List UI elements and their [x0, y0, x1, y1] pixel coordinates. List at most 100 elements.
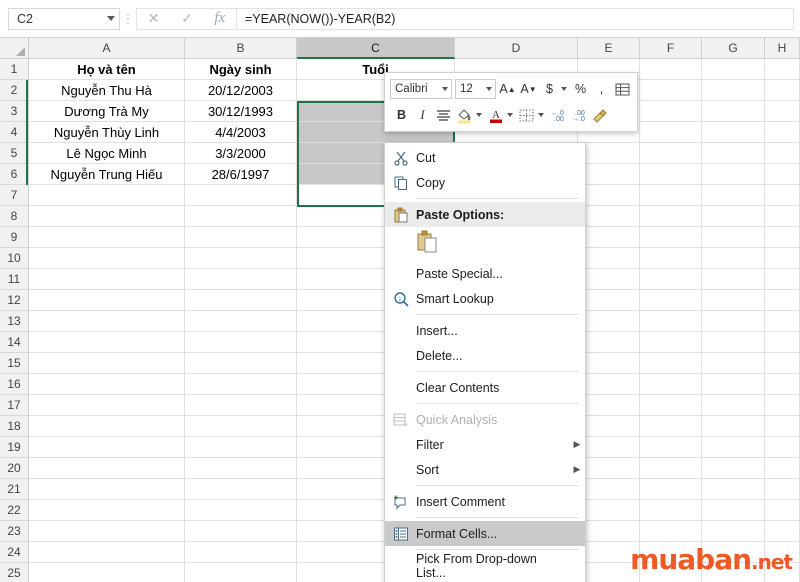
cell-B10[interactable] — [185, 248, 297, 269]
cell-A6[interactable]: Nguyễn Trung Hiếu — [29, 164, 185, 185]
menu-item-smart-lookup[interactable]: i Smart Lookup — [385, 286, 585, 311]
menu-item-insert-comment[interactable]: Insert Comment — [385, 489, 585, 514]
cell-A4[interactable]: Nguyễn Thùy Linh — [29, 122, 185, 143]
chevron-down-icon[interactable] — [507, 113, 513, 117]
cell-E7[interactable] — [578, 185, 640, 206]
cell-A7[interactable] — [29, 185, 185, 206]
decrease-decimal-icon[interactable]: ←.0.00 — [548, 104, 567, 126]
format-painter-icon[interactable] — [590, 104, 609, 126]
cell-A2[interactable]: Nguyễn Thu Hà — [29, 80, 185, 101]
chevron-down-icon[interactable] — [107, 16, 115, 21]
column-header-e[interactable]: E — [578, 38, 640, 59]
cell-A17[interactable] — [29, 395, 185, 416]
cell-H21[interactable] — [765, 479, 800, 500]
cell-B24[interactable] — [185, 542, 297, 563]
increase-decimal-icon[interactable]: .00 →.0 — [569, 104, 588, 126]
number-format-icon[interactable] — [613, 78, 632, 100]
cell-H13[interactable] — [765, 311, 800, 332]
cell-A3[interactable]: Dương Trà My — [29, 101, 185, 122]
column-header-g[interactable]: G — [702, 38, 765, 59]
cell-G9[interactable] — [702, 227, 765, 248]
cell-E5[interactable] — [578, 143, 640, 164]
cell-B23[interactable] — [185, 521, 297, 542]
column-header-c[interactable]: C — [297, 38, 455, 59]
paste-keep-formatting-icon[interactable] — [416, 229, 440, 260]
cell-E16[interactable] — [578, 374, 640, 395]
cell-B21[interactable] — [185, 479, 297, 500]
bold-button[interactable]: B — [392, 104, 411, 126]
cell-F13[interactable] — [640, 311, 702, 332]
percent-format-button[interactable]: % — [571, 78, 590, 100]
formula-input[interactable]: =YEAR(NOW())-YEAR(B2) — [236, 7, 794, 30]
cell-E11[interactable] — [578, 269, 640, 290]
column-header-b[interactable]: B — [185, 38, 297, 59]
menu-item-clear-contents[interactable]: Clear Contents — [385, 375, 585, 400]
cell-B14[interactable] — [185, 332, 297, 353]
cell-G7[interactable] — [702, 185, 765, 206]
grow-font-button[interactable]: A ▲ — [498, 78, 517, 100]
cell-F12[interactable] — [640, 290, 702, 311]
chevron-down-icon[interactable] — [486, 87, 492, 91]
cell-E13[interactable] — [578, 311, 640, 332]
cell-B19[interactable] — [185, 437, 297, 458]
cell-F20[interactable] — [640, 458, 702, 479]
cell-B25[interactable] — [185, 563, 297, 582]
cell-F3[interactable] — [640, 101, 702, 122]
cell-F17[interactable] — [640, 395, 702, 416]
cell-H18[interactable] — [765, 416, 800, 437]
formula-bar-handle[interactable]: · · · — [120, 9, 136, 28]
cell-A22[interactable] — [29, 500, 185, 521]
row-header-25[interactable]: 25 — [0, 563, 29, 582]
cell-F19[interactable] — [640, 437, 702, 458]
menu-item-format-cells[interactable]: Format Cells... — [385, 521, 585, 546]
cell-B7[interactable] — [185, 185, 297, 206]
row-header-23[interactable]: 23 — [0, 521, 29, 542]
cell-A5[interactable]: Lê Ngọc Minh — [29, 143, 185, 164]
cell-A9[interactable] — [29, 227, 185, 248]
cell-F6[interactable] — [640, 164, 702, 185]
font-size-combo[interactable]: 12 — [455, 79, 496, 99]
cell-F7[interactable] — [640, 185, 702, 206]
cell-F11[interactable] — [640, 269, 702, 290]
cell-G13[interactable] — [702, 311, 765, 332]
row-header-12[interactable]: 12 — [0, 290, 29, 311]
cell-H4[interactable] — [765, 122, 800, 143]
cell-E8[interactable] — [578, 206, 640, 227]
cell-A11[interactable] — [29, 269, 185, 290]
cell-H22[interactable] — [765, 500, 800, 521]
chevron-down-icon[interactable] — [442, 87, 448, 91]
cell-A16[interactable] — [29, 374, 185, 395]
row-header-24[interactable]: 24 — [0, 542, 29, 563]
comma-format-button[interactable]: , — [592, 78, 611, 100]
cell-H5[interactable] — [765, 143, 800, 164]
cell-E6[interactable] — [578, 164, 640, 185]
cell-G8[interactable] — [702, 206, 765, 227]
fill-color-icon[interactable] — [455, 104, 474, 126]
row-header-15[interactable]: 15 — [0, 353, 29, 374]
cell-A20[interactable] — [29, 458, 185, 479]
cell-F2[interactable] — [640, 80, 702, 101]
cell-F18[interactable] — [640, 416, 702, 437]
cell-H8[interactable] — [765, 206, 800, 227]
cell-H7[interactable] — [765, 185, 800, 206]
cell-F9[interactable] — [640, 227, 702, 248]
cell-B2[interactable]: 20/12/2003 — [185, 80, 297, 101]
cell-G22[interactable] — [702, 500, 765, 521]
row-header-11[interactable]: 11 — [0, 269, 29, 290]
cell-H10[interactable] — [765, 248, 800, 269]
cell-H1[interactable] — [765, 59, 800, 80]
row-header-20[interactable]: 20 — [0, 458, 29, 479]
select-all-corner[interactable] — [0, 38, 29, 59]
cell-B4[interactable]: 4/4/2003 — [185, 122, 297, 143]
cell-F16[interactable] — [640, 374, 702, 395]
row-header-9[interactable]: 9 — [0, 227, 29, 248]
cell-G12[interactable] — [702, 290, 765, 311]
cell-B3[interactable]: 30/12/1993 — [185, 101, 297, 122]
font-color-icon[interactable]: A — [486, 104, 505, 126]
cell-H14[interactable] — [765, 332, 800, 353]
cell-B20[interactable] — [185, 458, 297, 479]
cell-F8[interactable] — [640, 206, 702, 227]
cell-G16[interactable] — [702, 374, 765, 395]
enter-icon[interactable]: ✓ — [181, 10, 193, 27]
cell-F14[interactable] — [640, 332, 702, 353]
